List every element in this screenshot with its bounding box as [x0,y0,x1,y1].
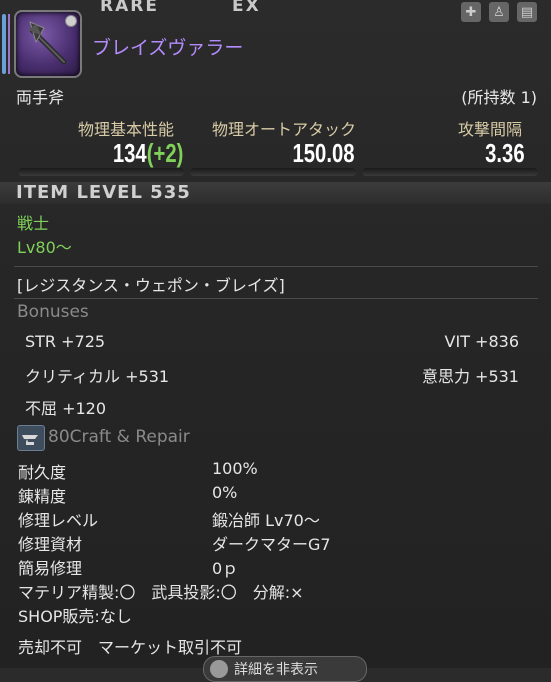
stat-bonus: (+2) [146,138,183,168]
repair-label-level: 修理レベル [18,511,99,530]
repair-label-materials: 修理資材 [18,535,83,554]
stat-label-auto-attack: 物理オートアタック [212,120,357,139]
bonus-str: STR +725 [25,332,106,351]
series-name: [レジスタンス・ウェポン・ブレイズ] [17,276,285,295]
controller-button-icon [210,660,228,678]
repair-value-quick: 0ｐ [212,559,239,578]
item-icon[interactable] [14,10,82,78]
stat-value-physical-damage: 134(+2) [93,138,183,169]
bonus-vit: VIT +836 [444,332,519,351]
item-flags: マテリア精製:〇 武具投影:〇 分解:× [18,583,304,602]
bonuses-heading: Bonuses [17,302,89,322]
bonus-tenacity: 不屈 +120 [25,399,107,418]
shop-sale: SHOP販売:なし [18,607,132,626]
bonus-determination: 意思力 +531 [421,367,519,386]
stat-label-physical-damage: 物理基本性能 [78,120,175,139]
craft-label: Craft & Repair [69,427,190,447]
toggle-details-button[interactable]: 詳細を非表示 [203,656,367,682]
tooltip-toolbar: ✚ ♙ ▤ [461,2,537,22]
owned-count: (所持数 1) [461,88,537,107]
stat-label-delay: 攻撃間隔 [458,120,523,139]
rarity-bar [2,14,6,74]
axe-icon [28,21,67,65]
plus-icon[interactable]: ✚ [461,2,481,22]
trade-restrictions: 売却不可 マーケット取引不可 [18,638,243,657]
item-level: ITEM LEVEL 535 [16,182,191,203]
glamour-icon[interactable]: ♙ [489,2,509,22]
stat-value: 134 [112,138,147,168]
repair-label-spiritbond: 錬精度 [18,487,67,506]
anvil-icon [17,425,45,451]
repair-value-level: 鍛冶師 Lv70～ [212,511,320,530]
item-category: 両手斧 [16,88,65,107]
craft-level: 80 [48,427,70,447]
bonus-critical: クリティカル +531 [25,367,170,386]
divider [14,266,538,267]
job-label: 戦士 [17,214,50,233]
toggle-details-label: 詳細を非表示 [234,662,318,678]
repair-label-quick: 簡易修理 [18,559,83,578]
stat-bar [362,168,538,176]
level-requirement: Lv80～ [17,238,72,257]
repair-label-durability: 耐久度 [18,463,67,482]
divider [14,298,538,299]
repair-value-spiritbond: 0% [212,483,238,502]
armoire-icon[interactable]: ▤ [517,2,537,22]
ex-tag: EX [232,0,261,16]
rarity-tag: RARE [100,0,159,16]
item-name: ブレイズヴァラー [92,37,244,59]
stat-bar [190,168,356,176]
stat-value-auto-attack: 150.08 [292,138,355,168]
stat-bar [18,168,184,176]
repair-value-durability: 100% [212,459,258,478]
repair-value-materials: ダークマターG7 [212,535,331,554]
stat-value-delay: 3.36 [485,138,525,168]
craft-repair-heading: 80Craft & Repair [48,427,190,447]
rarity-bar-accent [8,14,10,74]
